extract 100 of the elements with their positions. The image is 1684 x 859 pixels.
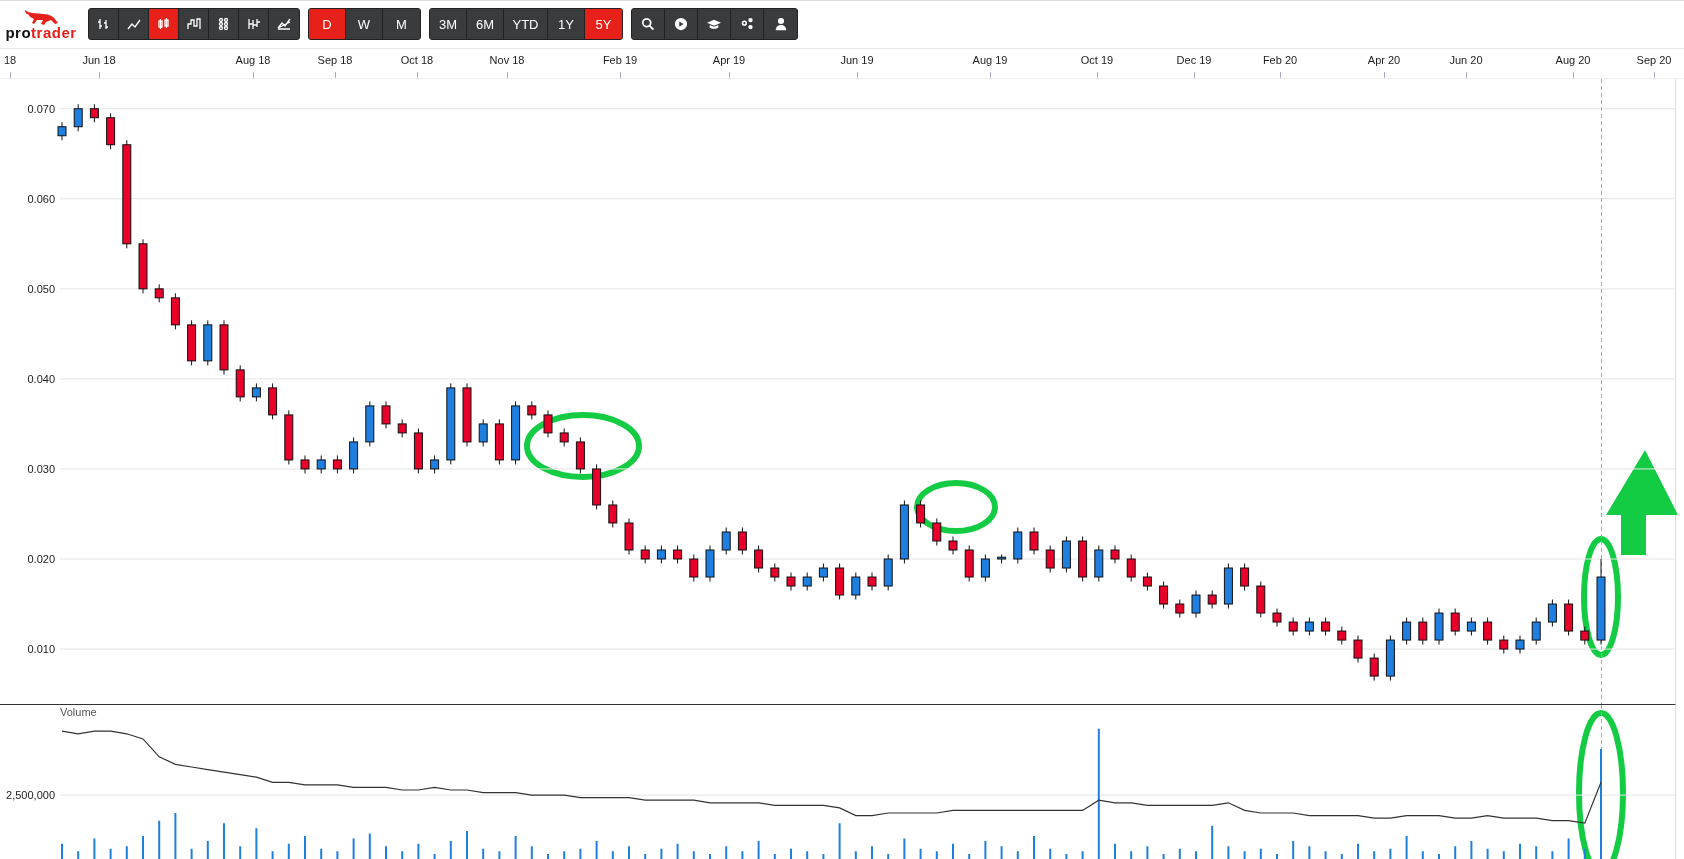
candle <box>1159 581 1169 610</box>
candle <box>1304 617 1314 637</box>
axis-label: 0.070 <box>27 102 55 115</box>
candle <box>754 545 764 573</box>
candle <box>203 319 213 366</box>
axis-label: Oct 19 <box>1080 53 1114 66</box>
candle <box>1402 617 1412 646</box>
candle <box>1547 599 1557 628</box>
candle <box>640 545 650 564</box>
axis-label: Jun 18 <box>82 53 116 66</box>
axis-label: 0.050 <box>27 282 55 295</box>
axis-label: Oct 18 <box>400 53 434 66</box>
candle <box>867 572 877 592</box>
candle <box>57 121 67 141</box>
candle <box>835 563 845 601</box>
interval-button[interactable]: D <box>309 9 346 40</box>
candle <box>316 454 326 474</box>
candle <box>689 554 699 582</box>
candle <box>624 518 634 555</box>
candle <box>1045 545 1055 573</box>
candle <box>1466 617 1476 637</box>
axis-label: Aug 20 <box>1555 53 1591 66</box>
axis-label: Aug 18 <box>235 53 271 66</box>
candle <box>721 527 731 555</box>
candle <box>268 382 278 420</box>
candle <box>154 283 164 303</box>
candle <box>73 103 83 132</box>
axis-label: Apr 19 <box>712 53 746 66</box>
candle <box>187 319 197 366</box>
range-button[interactable]: 3M <box>430 9 467 40</box>
candle <box>1256 581 1266 619</box>
settings-icon <box>740 17 754 32</box>
candle <box>948 536 958 555</box>
up-arrow-icon <box>1606 450 1678 555</box>
chart-type-button[interactable] <box>89 9 119 40</box>
candle <box>1450 608 1460 637</box>
candle <box>899 499 909 564</box>
play-icon <box>674 17 688 32</box>
candle <box>478 418 488 447</box>
candle <box>1240 563 1250 592</box>
candle <box>1094 545 1104 582</box>
candle <box>1191 590 1201 619</box>
candle <box>916 499 926 528</box>
axis-label: Jun 19 <box>840 53 874 66</box>
candle <box>1207 590 1217 610</box>
range-button[interactable]: 5Y <box>585 9 622 40</box>
axis-label: 0.020 <box>27 553 55 565</box>
search-button[interactable] <box>632 9 665 40</box>
axis-label: Aug 19 <box>972 53 1008 66</box>
candle <box>997 554 1007 564</box>
candle <box>1078 536 1088 582</box>
candle <box>284 409 294 465</box>
search-icon <box>641 17 655 32</box>
candle <box>381 400 391 429</box>
candle <box>1288 617 1298 637</box>
candle <box>430 454 440 474</box>
candle <box>1385 635 1395 682</box>
axis-label: Nov 18 <box>489 53 525 66</box>
candle <box>1418 617 1428 646</box>
axis-label: 0.010 <box>27 643 55 656</box>
axis-label: Feb 19 <box>602 53 638 66</box>
candle <box>1369 653 1379 682</box>
axis-label: 0.060 <box>27 192 55 205</box>
candle <box>1515 635 1525 655</box>
candle <box>1321 617 1331 637</box>
candle <box>1175 599 1185 619</box>
graduation-cap-icon <box>707 17 721 32</box>
candle <box>106 112 116 150</box>
candle <box>300 454 310 474</box>
candle <box>1483 617 1493 646</box>
candle <box>1499 635 1509 655</box>
candle <box>365 400 375 447</box>
candle <box>737 527 747 555</box>
chart-type-button[interactable] <box>149 9 179 40</box>
candle <box>980 554 990 582</box>
user-icon <box>773 17 788 32</box>
chart-title: Volume <box>60 706 97 718</box>
candle <box>494 418 504 465</box>
area-chart-icon <box>276 16 292 33</box>
axis-label: 2,500,000 <box>6 789 55 802</box>
axis-label: Sep 18 <box>317 53 353 66</box>
candle <box>592 463 602 510</box>
logo-text: protrader <box>5 23 77 41</box>
candle <box>802 572 812 592</box>
axis-label: Jun 20 <box>1449 53 1483 66</box>
candle <box>964 545 974 582</box>
axis-label: Sep 20 <box>1636 53 1672 66</box>
candle <box>559 427 569 447</box>
axis-label: Feb 20 <box>1262 53 1298 66</box>
candle <box>656 545 666 564</box>
candle <box>1013 527 1023 564</box>
candle <box>219 319 229 375</box>
axis-label: Apr 20 <box>1367 53 1401 66</box>
candle <box>1353 635 1363 664</box>
candle <box>705 545 715 582</box>
candle <box>527 400 537 420</box>
candle <box>413 427 423 474</box>
candle <box>543 409 553 438</box>
candle <box>332 454 342 474</box>
candle <box>251 382 261 402</box>
